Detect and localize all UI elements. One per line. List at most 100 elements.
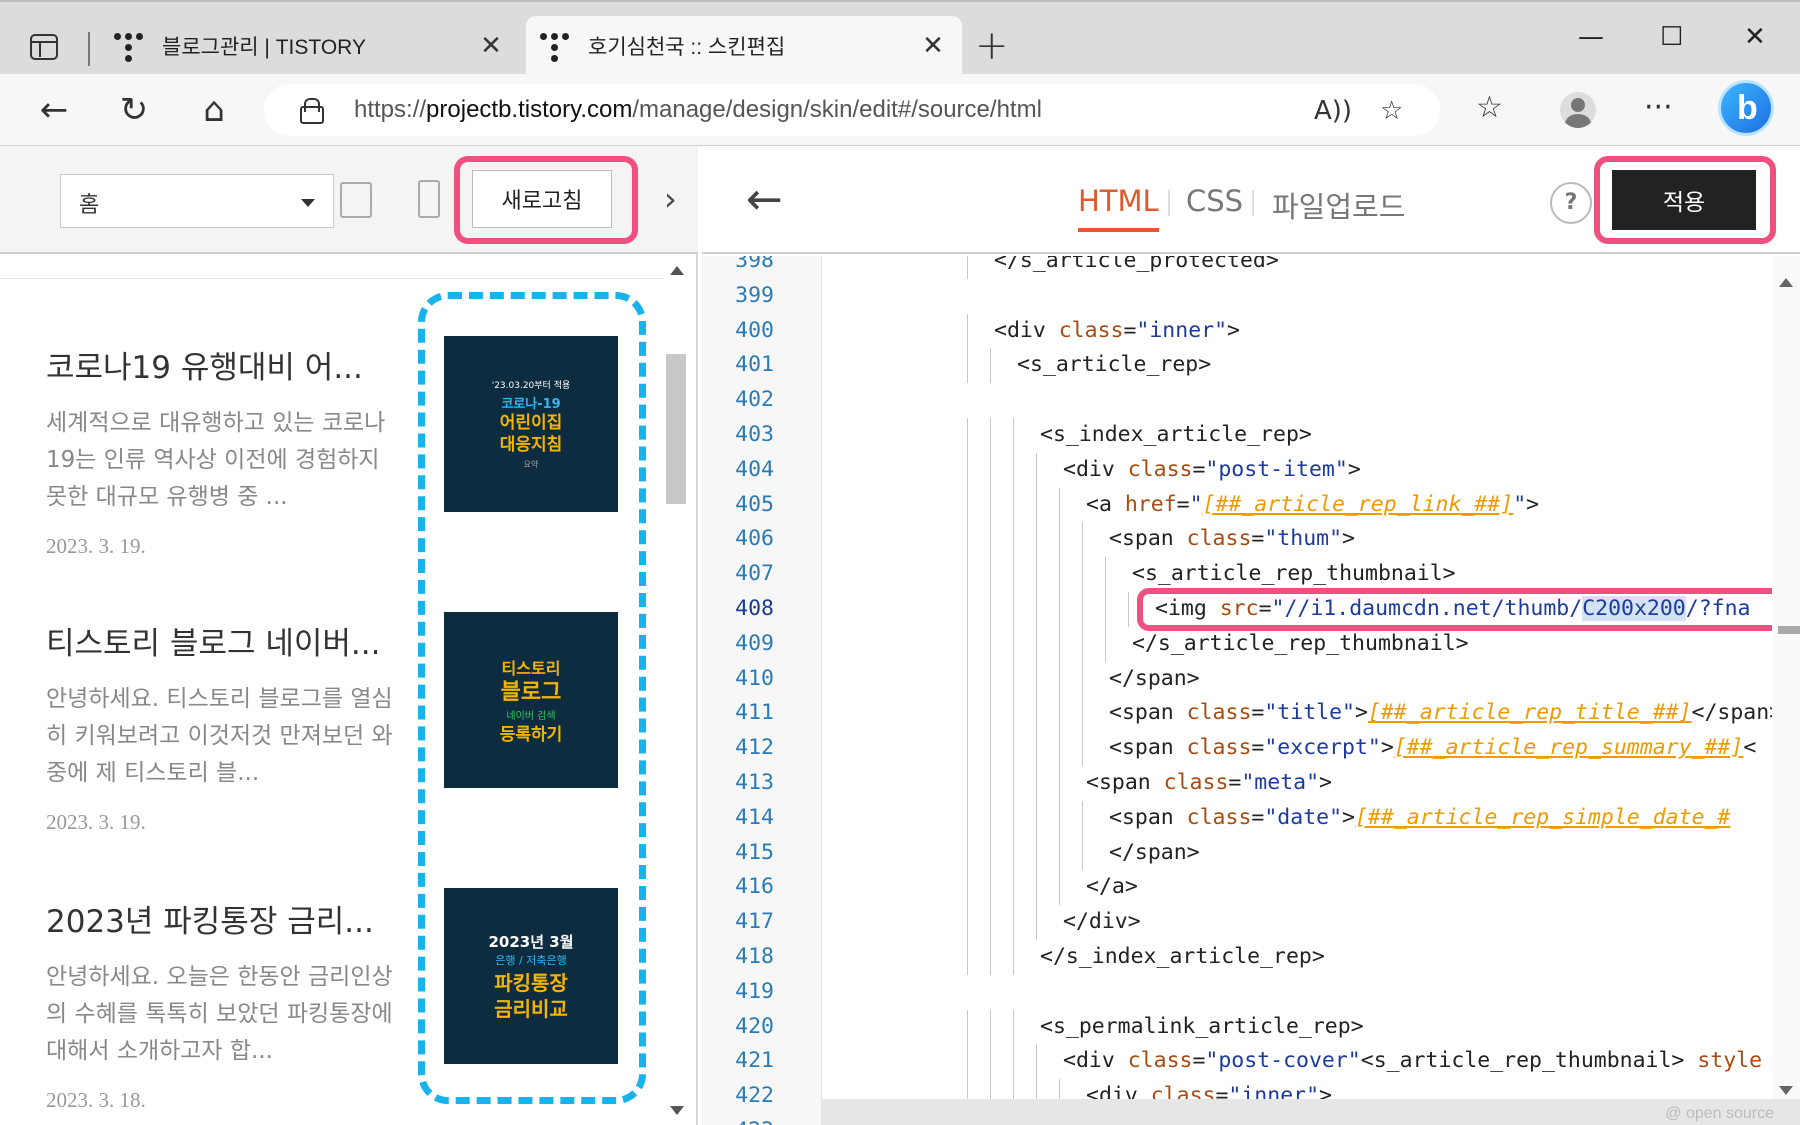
add-favorite-icon[interactable]: ☆	[1380, 96, 1403, 126]
tab-actions-icon[interactable]	[30, 34, 58, 60]
post-title[interactable]: 티스토리 블로그 네이버...	[46, 618, 406, 663]
code-text[interactable]: <span class="title">[##_article_rep_titl…	[1109, 696, 1782, 731]
code-line[interactable]: 414 <span class="date">[##_article_rep_si…	[702, 801, 1770, 836]
tab-css[interactable]: CSS	[1186, 184, 1243, 218]
code-token: </s_article_rep_thumbnail>	[1132, 630, 1469, 656]
scroll-down-icon[interactable]	[1779, 1086, 1793, 1095]
code-text[interactable]: <s_article_rep>	[1017, 348, 1211, 383]
maximize-button[interactable]: ☐	[1660, 22, 1683, 52]
address-bar[interactable]: https://projectb.tistory.com/manage/desi…	[264, 84, 1440, 136]
code-line[interactable]: 412 <span class="excerpt">[##_article_rep…	[702, 731, 1770, 766]
code-text[interactable]: </s_index_article_rep>	[1040, 940, 1325, 975]
post-title[interactable]: 2023년 파킹통장 금리...	[46, 896, 406, 941]
code-text[interactable]: <div class="post-cover"<s_article_rep_th…	[1063, 1044, 1762, 1079]
code-line[interactable]: 404 <div class="post-item">	[702, 453, 1770, 488]
code-text[interactable]: <a href="[##_article_rep_link_##]">	[1086, 488, 1539, 523]
editor-horizontal-scrollbar[interactable]: @ open source	[822, 1099, 1800, 1125]
home-icon[interactable]: ⌂	[192, 88, 236, 132]
read-aloud-icon[interactable]: A))	[1314, 96, 1352, 126]
code-line[interactable]: 415 </span>	[702, 836, 1770, 871]
more-icon[interactable]: ···	[1644, 90, 1673, 125]
scroll-down-icon[interactable]	[670, 1106, 684, 1115]
tab-close-icon[interactable]: ✕	[474, 31, 508, 61]
code-text[interactable]: </div>	[1063, 905, 1141, 940]
close-window-button[interactable]: ✕	[1744, 22, 1766, 52]
help-button[interactable]: ?	[1550, 182, 1592, 224]
post-date: 2023. 3. 18.	[46, 1088, 146, 1112]
reload-icon[interactable]: ↻	[112, 88, 156, 132]
code-text[interactable]: </s_article_protected>	[994, 256, 1279, 279]
scroll-up-icon[interactable]	[1779, 278, 1793, 287]
code-line[interactable]: 419	[702, 975, 1770, 1010]
code-line[interactable]: 413 <span class="meta">	[702, 766, 1770, 801]
code-line[interactable]: 403 <s_index_article_rep>	[702, 418, 1770, 453]
code-text[interactable]: <span class="thum">	[1109, 522, 1355, 557]
thumbnail-highlight-annotation	[418, 292, 646, 1104]
code-line[interactable]: 401 <s_article_rep>	[702, 348, 1770, 383]
code-line[interactable]: 421 <div class="post-cover"<s_article_rep…	[702, 1044, 1770, 1079]
line-number: 416	[735, 874, 774, 900]
back-icon[interactable]: ←	[32, 88, 76, 132]
code-line[interactable]: 418 </s_index_article_rep>	[702, 940, 1770, 975]
new-tab-button[interactable]: +	[975, 26, 1009, 66]
back-arrow-icon[interactable]: ←	[746, 174, 783, 225]
post-list-item[interactable]: 코로나19 유행대비 어... 세계적으로 대유행하고 있는 코로나19는 인류…	[46, 342, 406, 559]
profile-avatar[interactable]	[1560, 92, 1596, 128]
lock-icon[interactable]	[300, 98, 324, 124]
chevron-right-icon[interactable]: ›	[664, 180, 677, 218]
bing-icon[interactable]: b	[1718, 80, 1774, 136]
code-line[interactable]: 417 </div>	[702, 905, 1770, 940]
code-text[interactable]: <div class="post-item">	[1063, 453, 1361, 488]
code-text[interactable]: <span class="date">[##_article_rep_simpl…	[1109, 801, 1730, 836]
preview-scrollbar[interactable]	[664, 258, 688, 1125]
code-text[interactable]: <s_article_rep_thumbnail>	[1132, 557, 1456, 592]
tab-html[interactable]: HTML	[1078, 184, 1159, 232]
code-text[interactable]: <s_index_article_rep>	[1040, 418, 1312, 453]
minimize-button[interactable]: —	[1578, 22, 1604, 52]
url-text[interactable]: https://projectb.tistory.com/manage/desi…	[354, 96, 1042, 124]
code-token: =	[1123, 317, 1137, 343]
code-text[interactable]: <span class="meta">	[1086, 766, 1332, 801]
code-line[interactable]: 399	[702, 279, 1770, 314]
code-text[interactable]: </span>	[1109, 662, 1200, 697]
code-line[interactable]: 410 </span>	[702, 662, 1770, 697]
editor-panel: ← HTML CSS 파일업로드 ? 적용 398 </s_article_pro…	[702, 146, 1800, 1125]
tablet-view-icon[interactable]	[340, 182, 372, 218]
code-line[interactable]: 420 <s_permalink_article_rep>	[702, 1010, 1770, 1045]
line-number: 417	[735, 909, 774, 935]
scroll-up-icon[interactable]	[670, 266, 684, 275]
code-token: "	[1189, 491, 1203, 517]
code-token: "date"	[1264, 804, 1343, 830]
code-line[interactable]: 406 <span class="thum">	[702, 522, 1770, 557]
tab-close-icon[interactable]: ✕	[916, 31, 950, 61]
favorites-icon[interactable]: ☆	[1476, 90, 1503, 125]
browser-tab-blog-manage[interactable]: 블로그관리 | TISTORY ✕	[100, 16, 520, 76]
tab-divider	[1168, 190, 1170, 216]
mobile-view-icon[interactable]	[418, 180, 440, 218]
code-line[interactable]: 409 </s_article_rep_thumbnail>	[702, 627, 1770, 662]
page-select[interactable]: 홈	[60, 174, 334, 228]
code-line[interactable]: 411 <span class="title">[##_article_rep_t…	[702, 696, 1782, 731]
code-token: </span>	[1109, 665, 1200, 691]
code-editor[interactable]: 398 </s_article_protected> 399 400 <div clas…	[702, 256, 1800, 1125]
code-line[interactable]: 407 <s_article_rep_thumbnail>	[702, 557, 1770, 592]
post-title[interactable]: 코로나19 유행대비 어...	[46, 342, 406, 387]
code-text[interactable]: <s_permalink_article_rep>	[1040, 1010, 1364, 1045]
tab-file-upload[interactable]: 파일업로드	[1272, 184, 1405, 226]
code-text[interactable]: <div class="inner">	[994, 314, 1240, 349]
code-text[interactable]: </a>	[1086, 870, 1138, 905]
code-line[interactable]: 402	[702, 383, 1770, 418]
code-line[interactable]: 398 </s_article_protected>	[702, 256, 1770, 279]
code-text[interactable]: <span class="excerpt">[##_article_rep_su…	[1109, 731, 1756, 766]
code-line[interactable]: 405 <a href="[##_article_rep_link_##]">	[702, 488, 1770, 523]
editor-scrollbar[interactable]	[1772, 256, 1800, 1125]
code-line[interactable]: 400 <div class="inner">	[702, 314, 1770, 349]
code-text[interactable]: </span>	[1109, 836, 1200, 871]
scrollbar-thumb[interactable]	[666, 354, 686, 504]
code-line[interactable]: 416 </a>	[702, 870, 1770, 905]
code-text[interactable]: </s_article_rep_thumbnail>	[1132, 627, 1469, 662]
post-list-item[interactable]: 2023년 파킹통장 금리... 안녕하세요. 오늘은 한동안 금리인상의 수혜…	[46, 896, 406, 1113]
post-list-item[interactable]: 티스토리 블로그 네이버... 안녕하세요. 티스토리 블로그를 열심히 키워보…	[46, 618, 406, 835]
line-number: 420	[735, 1013, 774, 1039]
browser-tab-skin-edit[interactable]: 호기심천국 :: 스킨편집 ✕	[526, 16, 962, 76]
